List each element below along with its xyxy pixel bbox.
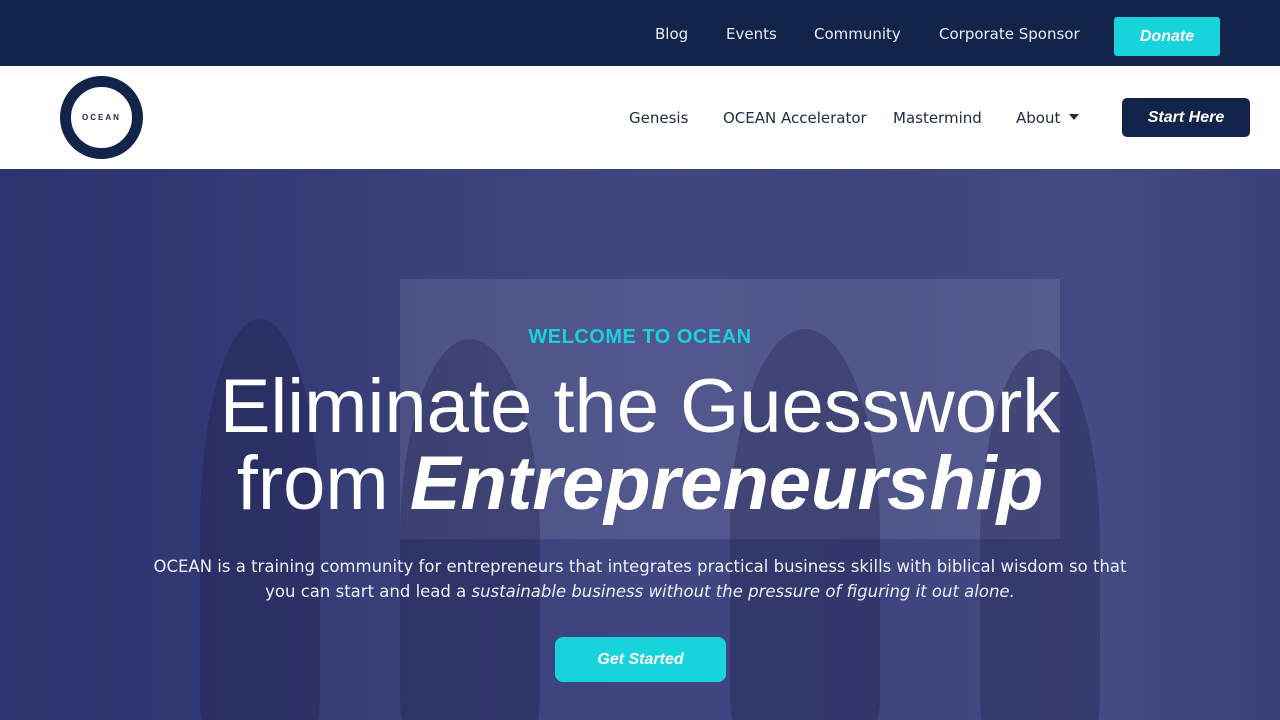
top-nav-blog[interactable]: Blog xyxy=(655,24,688,44)
nav-mastermind[interactable]: Mastermind xyxy=(893,108,982,128)
hero-subtext-emphasis: sustainable business without the pressur… xyxy=(471,582,1015,601)
ocean-logo[interactable]: OCEAN xyxy=(60,76,143,159)
nav-ocean-accelerator[interactable]: OCEAN Accelerator xyxy=(723,108,867,128)
hero-eyebrow: WELCOME TO OCEAN xyxy=(528,326,752,348)
donate-button[interactable]: Donate xyxy=(1114,17,1220,56)
hero-headline-line1: Eliminate the Guesswork xyxy=(219,364,1061,449)
hero-headline-plain: from xyxy=(236,441,410,526)
hero-headline-line2: from Entrepreneurship xyxy=(0,442,1280,526)
start-here-button[interactable]: Start Here xyxy=(1122,98,1250,137)
get-started-button[interactable]: Get Started xyxy=(555,637,726,682)
nav-genesis[interactable]: Genesis xyxy=(629,108,688,128)
hero-headline-emphasis: Entrepreneurship xyxy=(409,441,1044,526)
top-utility-bar: Blog Events Community Corporate Sponsor … xyxy=(0,0,1280,66)
top-nav-events[interactable]: Events xyxy=(726,24,777,44)
top-nav-community[interactable]: Community xyxy=(814,24,901,44)
hero-section: WELCOME TO OCEAN Eliminate the Guesswork… xyxy=(0,169,1280,720)
hero-subtext: OCEAN is a training community for entrep… xyxy=(140,554,1140,604)
nav-about[interactable]: About xyxy=(1016,108,1060,128)
chevron-down-icon[interactable] xyxy=(1069,114,1079,120)
logo-text: OCEAN xyxy=(82,113,121,122)
top-nav-corporate-sponsor[interactable]: Corporate Sponsor xyxy=(939,24,1080,44)
